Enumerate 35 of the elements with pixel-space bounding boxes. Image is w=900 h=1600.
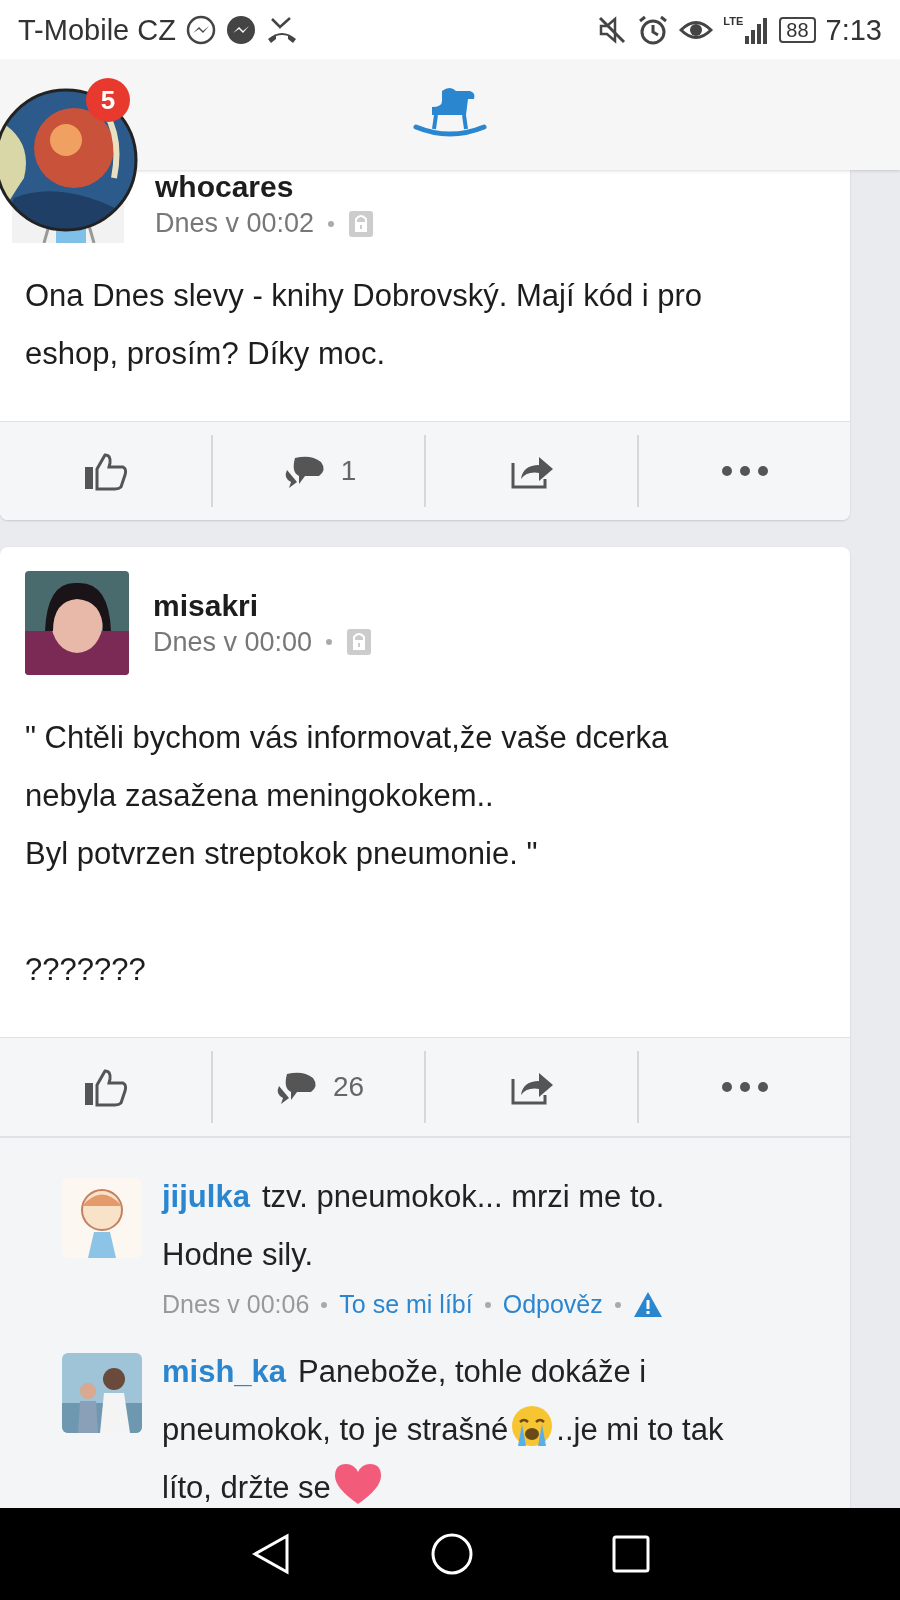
comment-time: Dnes v 00:06	[162, 1290, 310, 1319]
thumbs-up-icon	[82, 1067, 129, 1107]
recents-icon	[611, 1534, 652, 1574]
comment-text: jijulka tzv. pneumokok... mrzi me to. Hodne sily.	[162, 1178, 666, 1274]
username-link[interactable]: mish_ka	[162, 1354, 287, 1389]
clock-time: 7:13	[825, 13, 882, 47]
messenger-icon	[185, 15, 216, 45]
comments-button[interactable]: 26	[213, 1051, 426, 1123]
like-link[interactable]: To se mi líbí	[339, 1290, 473, 1319]
post-time: Dnes v 00:00	[153, 626, 313, 658]
comments-button[interactable]: 1	[213, 435, 426, 507]
messenger-icon	[225, 15, 256, 45]
network-type: LTE	[723, 16, 744, 27]
lock-icon	[348, 209, 375, 238]
mute-icon	[597, 15, 628, 45]
thumbs-up-icon	[82, 451, 129, 491]
missed-call-icon	[265, 15, 298, 45]
report-icon	[632, 1291, 663, 1318]
lock-icon	[346, 628, 373, 656]
battery-indicator: 88	[779, 17, 816, 43]
crying-face-icon	[510, 1404, 555, 1448]
reply-link[interactable]: Odpověz	[502, 1290, 603, 1319]
post-time: Dnes v 00:02	[155, 208, 315, 239]
carrier-name: T-Mobile CZ	[18, 13, 176, 47]
more-icon	[720, 1082, 769, 1092]
username-link[interactable]: jijulka	[162, 1179, 250, 1214]
post-text: " Chtěli bychom vás informovat,že vaše dcerka nebyla zasažena meningokokem.. Byl potvrzen streptokok pneumonie. " ???????	[24, 719, 670, 989]
signal-icon	[745, 16, 770, 44]
author-name[interactable]: whocares	[155, 170, 375, 204]
home-icon	[430, 1532, 474, 1576]
post-text: Ona Dnes slevy - knihy Dobrovský. Mají kód i pro eshop, prosím? Díky moc.	[24, 277, 704, 373]
more-icon	[720, 466, 769, 476]
author-name[interactable]: misakri	[153, 588, 373, 623]
heart-icon	[332, 1462, 383, 1506]
alarm-icon	[637, 14, 670, 46]
